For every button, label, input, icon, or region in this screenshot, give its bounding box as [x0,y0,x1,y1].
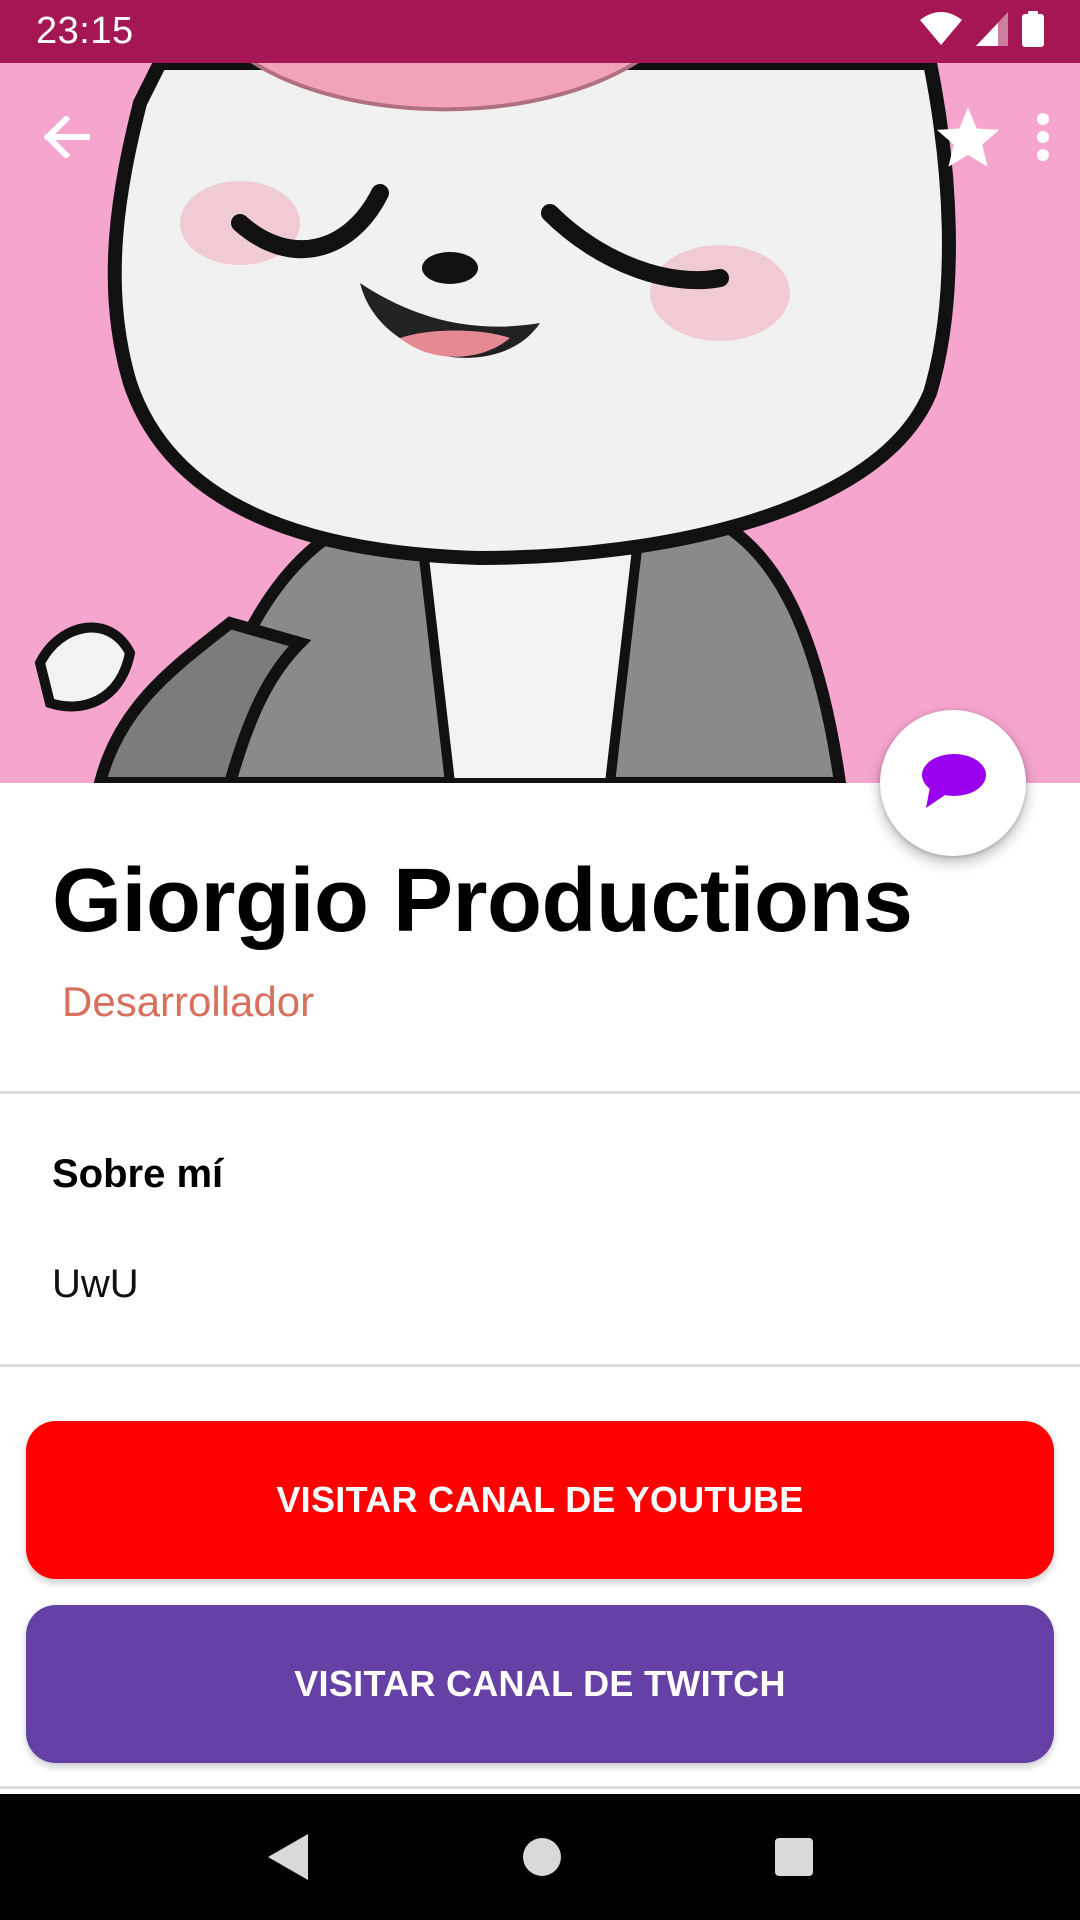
signal-icon [976,12,1008,51]
nav-back-icon[interactable] [266,1832,310,1882]
wifi-icon [920,12,962,51]
about-title: Sobre mí [52,1152,224,1196]
toolbar [0,63,1080,210]
navigation-bar [0,1794,1080,1920]
status-icons [920,11,1044,52]
divider [0,1091,1080,1094]
arrow-left-icon[interactable] [44,115,90,158]
star-icon[interactable] [934,104,1002,170]
status-bar: 23:15 [0,0,1080,63]
divider [0,1364,1080,1367]
youtube-button[interactable]: VISITAR CANAL DE YOUTUBE [26,1421,1054,1579]
chat-bubble-icon [920,753,986,814]
profile-name: Giorgio Productions [52,851,913,951]
about-text: UwU [52,1262,139,1306]
chat-button[interactable] [880,710,1026,856]
nav-recents-icon[interactable] [774,1837,814,1877]
profile-role: Desarrollador [62,978,315,1025]
toolbar-actions [934,104,1050,170]
battery-icon [1022,11,1044,52]
screen: 23:15 Giorgio Productions Desarrollador … [0,0,1080,1920]
divider [0,1786,1080,1789]
nav-home-icon[interactable] [522,1837,562,1877]
twitch-button[interactable]: VISITAR CANAL DE TWITCH [26,1605,1054,1763]
status-time: 23:15 [36,10,134,52]
more-vert-icon[interactable] [1036,112,1050,161]
